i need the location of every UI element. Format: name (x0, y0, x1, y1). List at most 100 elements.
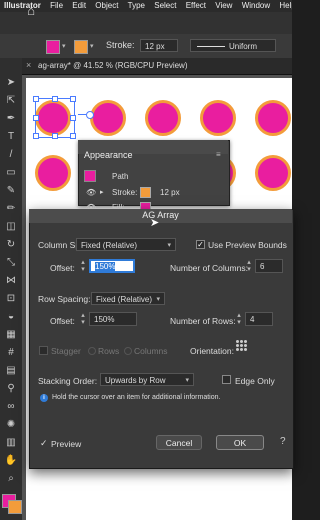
row-spacing-label: Row Spacing: (38, 294, 91, 304)
selection-bounding-box[interactable] (33, 96, 76, 139)
rectangle-tool-icon[interactable]: ▭ (4, 166, 18, 180)
stagger-rows-radio[interactable] (88, 347, 96, 355)
menu-file[interactable]: File (50, 0, 63, 12)
column-offset-value: 150% (95, 262, 116, 271)
paintbrush-tool-icon[interactable]: ✎ (4, 184, 18, 198)
type-tool-icon[interactable]: T (4, 130, 18, 144)
stagger-columns-radio[interactable] (124, 347, 132, 355)
number-of-columns-input[interactable]: 6 (255, 259, 283, 273)
blend-tool-icon[interactable]: ∞ (4, 400, 18, 414)
stroke-swatch[interactable] (74, 40, 88, 54)
menu-effect[interactable]: Effect (186, 0, 206, 12)
perspective-tool-icon[interactable]: ▦ (4, 328, 18, 342)
pencil-tool-icon[interactable]: ✏ (4, 202, 18, 216)
column-offset-input[interactable]: 150% (89, 259, 135, 273)
menu-view[interactable]: View (215, 0, 232, 12)
appearance-panel-title: Appearance (84, 150, 133, 160)
cancel-button[interactable]: Cancel (156, 435, 202, 450)
resize-handle[interactable] (33, 96, 39, 102)
info-icon: i (40, 394, 48, 402)
stroke-row-value[interactable]: 12 px (160, 188, 180, 197)
stroke-label: Stroke: (106, 40, 135, 50)
menu-object[interactable]: Object (95, 0, 118, 12)
expand-arrow-icon[interactable]: ▸ (100, 188, 104, 196)
eyedropper-tool-icon[interactable]: ⚲ (4, 382, 18, 396)
selection-tool-icon[interactable]: ➤ (4, 76, 18, 90)
menu-select[interactable]: Select (154, 0, 176, 12)
panel-menu-icon[interactable]: ≡ (216, 150, 221, 159)
mesh-tool-icon[interactable]: # (4, 346, 18, 360)
resize-handle[interactable] (52, 133, 58, 139)
stagger-checkbox[interactable] (39, 346, 48, 355)
resize-handle[interactable] (70, 115, 76, 121)
circle-shape[interactable] (255, 100, 291, 136)
row-offset-stepper[interactable]: ▴ ▾ (78, 312, 88, 326)
row-offset-input[interactable]: 150% (89, 312, 137, 326)
hand-tool-icon[interactable]: ✋ (4, 454, 18, 468)
circle-shape[interactable] (255, 155, 291, 191)
toolbar-stroke-swatch[interactable] (8, 500, 22, 514)
circle-shape[interactable] (35, 155, 71, 191)
preview-checkbox[interactable]: ✓ (40, 438, 48, 449)
shape-builder-tool-icon[interactable]: ◒ (4, 310, 18, 324)
stroke-row-swatch[interactable] (140, 187, 151, 198)
menu-edit[interactable]: Edit (72, 0, 86, 12)
resize-handle[interactable] (33, 133, 39, 139)
home-icon[interactable]: ⌂ (22, 3, 40, 19)
resize-handle[interactable] (52, 96, 58, 102)
mouse-cursor-icon: ➤ (150, 217, 160, 229)
resize-handle[interactable] (70, 133, 76, 139)
number-of-columns-label: Number of Columns: (170, 263, 248, 273)
visibility-eye-icon[interactable]: 👁 (86, 188, 96, 197)
use-preview-bounds-checkbox[interactable]: ✓ (196, 240, 205, 249)
menu-help[interactable]: Help (279, 0, 292, 12)
stroke-profile-preview (197, 46, 225, 47)
stacking-order-value: Upwards by Row (105, 376, 166, 385)
help-icon[interactable]: ? (280, 436, 286, 447)
direct-selection-tool-icon[interactable]: ⇱ (4, 94, 18, 108)
symbol-sprayer-tool-icon[interactable]: ✺ (4, 418, 18, 432)
stacking-order-label: Stacking Order: (38, 376, 98, 386)
graph-tool-icon[interactable]: ▥ (4, 436, 18, 450)
stroke-profile-select[interactable]: Uniform (190, 39, 276, 52)
width-tool-icon[interactable]: ⋈ (4, 274, 18, 288)
row-spacing-select[interactable]: Fixed (Relative) ▾ (91, 292, 165, 305)
edge-only-label: Edge Only (235, 376, 275, 386)
stroke-weight-input[interactable]: 12 px (140, 39, 178, 52)
stroke-dropdown-icon[interactable]: ▾ (90, 42, 94, 50)
resize-handle[interactable] (33, 115, 39, 121)
columns-stepper[interactable]: ▴ ▾ (244, 259, 254, 273)
stacking-order-select[interactable]: Upwards by Row ▾ (100, 373, 194, 386)
orientation-grid-icon[interactable] (236, 340, 248, 352)
ok-button[interactable]: OK (216, 435, 264, 450)
fill-dropdown-icon[interactable]: ▾ (62, 42, 66, 50)
center-point-handle[interactable] (86, 111, 94, 119)
zoom-tool-icon[interactable]: ⌕ (4, 472, 18, 486)
rotate-tool-icon[interactable]: ↻ (4, 238, 18, 252)
menu-type[interactable]: Type (128, 0, 145, 12)
column-offset-label: Offset: (50, 263, 75, 273)
pen-tool-icon[interactable]: ✒ (4, 112, 18, 126)
line-tool-icon[interactable]: / (4, 148, 18, 162)
gradient-tool-icon[interactable]: ▤ (4, 364, 18, 378)
circle-shape[interactable] (200, 100, 236, 136)
object-thumbnail (84, 170, 96, 182)
resize-handle[interactable] (70, 96, 76, 102)
scale-tool-icon[interactable]: ⤡ (4, 256, 18, 270)
free-transform-tool-icon[interactable]: ⊡ (4, 292, 18, 306)
edge-only-checkbox[interactable] (222, 375, 231, 384)
circle-shape[interactable] (145, 100, 181, 136)
close-tab-icon[interactable]: × (26, 60, 31, 70)
app-bar (0, 12, 292, 34)
number-of-rows-input[interactable]: 4 (245, 312, 273, 326)
fill-swatch[interactable] (46, 40, 60, 54)
chevron-down-icon: ▾ (156, 296, 160, 303)
column-spacing-select[interactable]: Fixed (Relative) ▾ (76, 238, 176, 251)
eraser-tool-icon[interactable]: ◫ (4, 220, 18, 234)
chevron-down-icon: ▾ (167, 242, 171, 249)
circle-shape[interactable] (90, 100, 126, 136)
rows-stepper[interactable]: ▴ ▾ (234, 312, 244, 326)
row-spacing-value: Fixed (Relative) (96, 295, 153, 304)
column-offset-stepper[interactable]: ▴ ▾ (78, 259, 88, 273)
menu-window[interactable]: Window (242, 0, 270, 12)
